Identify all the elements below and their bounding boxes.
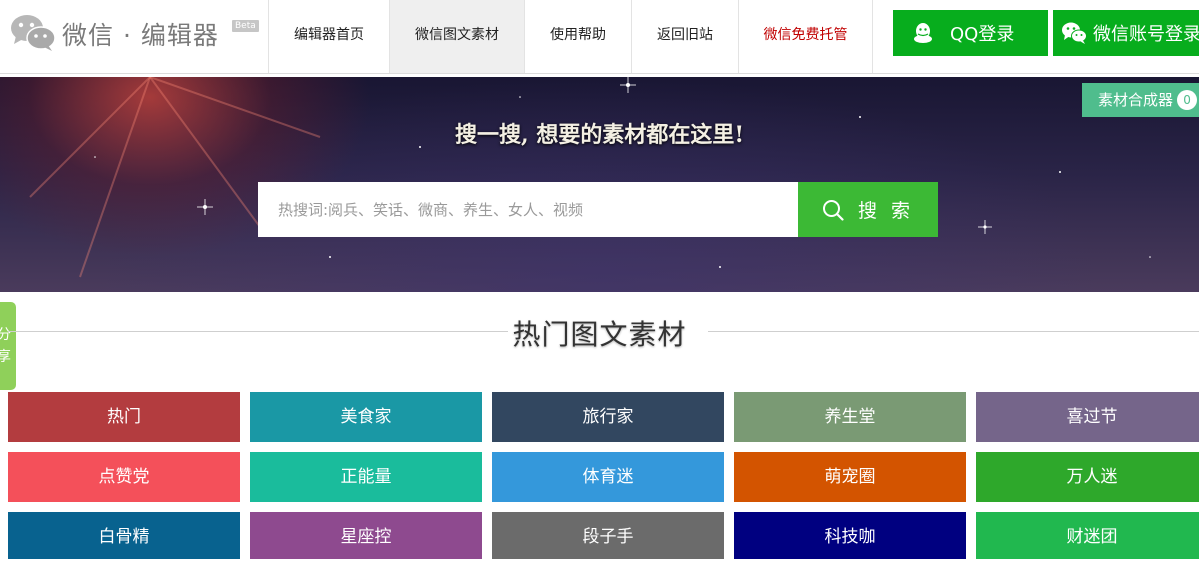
nav-old-site[interactable]: 返回旧站 — [631, 0, 738, 73]
category-tile[interactable]: 万人迷 — [976, 452, 1199, 502]
main-nav: 编辑器首页 微信图文素材 使用帮助 返回旧站 微信免费托管 — [268, 0, 873, 73]
nav-help[interactable]: 使用帮助 — [524, 0, 631, 73]
logo-text: 微信 · 编辑器 — [62, 21, 219, 50]
banner-title: 搜一搜, 想要的素材都在这里! — [455, 122, 744, 148]
category-tile[interactable]: 体育迷 — [492, 452, 724, 502]
search-button-label: 搜 索 — [857, 200, 915, 222]
wechat-icon — [1062, 22, 1087, 44]
wechat-logo-icon — [11, 15, 56, 51]
nav-editor-home[interactable]: 编辑器首页 — [268, 0, 389, 73]
category-tile[interactable]: 科技咖 — [734, 512, 966, 559]
category-tile[interactable]: 旅行家 — [492, 392, 724, 442]
wechat-login-button[interactable]: 微信账号登录 — [1053, 10, 1199, 56]
section-title: 热门图文素材 — [512, 318, 687, 351]
qq-penguin-icon — [914, 23, 932, 43]
material-composer-button[interactable]: 素材合成器 0 — [1082, 83, 1199, 117]
category-tile[interactable]: 养生堂 — [734, 392, 966, 442]
top-header: 微信 · 编辑器 Beta 编辑器首页 微信图文素材 使用帮助 返回旧站 微信免… — [0, 0, 1199, 74]
category-tile[interactable]: 段子手 — [492, 512, 724, 559]
category-tile[interactable]: 白骨精 — [8, 512, 240, 559]
category-tile[interactable]: 萌宠圈 — [734, 452, 966, 502]
nav-free-hosting[interactable]: 微信免费托管 — [738, 0, 873, 73]
category-tile[interactable]: 喜过节 — [976, 392, 1199, 442]
category-tile[interactable]: 热门 — [8, 392, 240, 442]
category-tile[interactable]: 点赞党 — [8, 452, 240, 502]
search-button[interactable]: 搜 索 — [798, 182, 938, 237]
search-input[interactable] — [258, 182, 798, 237]
category-tile[interactable]: 财迷团 — [976, 512, 1199, 559]
composer-label: 素材合成器 — [1098, 91, 1174, 109]
wechat-login-label: 微信账号登录 — [1093, 24, 1199, 45]
category-tile[interactable]: 美食家 — [250, 392, 482, 442]
category-tile[interactable]: 星座控 — [250, 512, 482, 559]
category-tile[interactable]: 正能量 — [250, 452, 482, 502]
beta-badge: Beta — [232, 20, 259, 32]
nav-wechat-materials[interactable]: 微信图文素材 — [389, 0, 524, 73]
search-banner: 搜一搜, 想要的素材都在这里! 搜 索 素材合成器0 — [0, 77, 1199, 292]
search-icon — [822, 199, 844, 221]
qq-login-label: QQ登录 — [950, 24, 1015, 45]
composer-count-badge: 0 — [1177, 90, 1198, 110]
qq-login-button[interactable]: QQ登录 — [893, 10, 1048, 56]
